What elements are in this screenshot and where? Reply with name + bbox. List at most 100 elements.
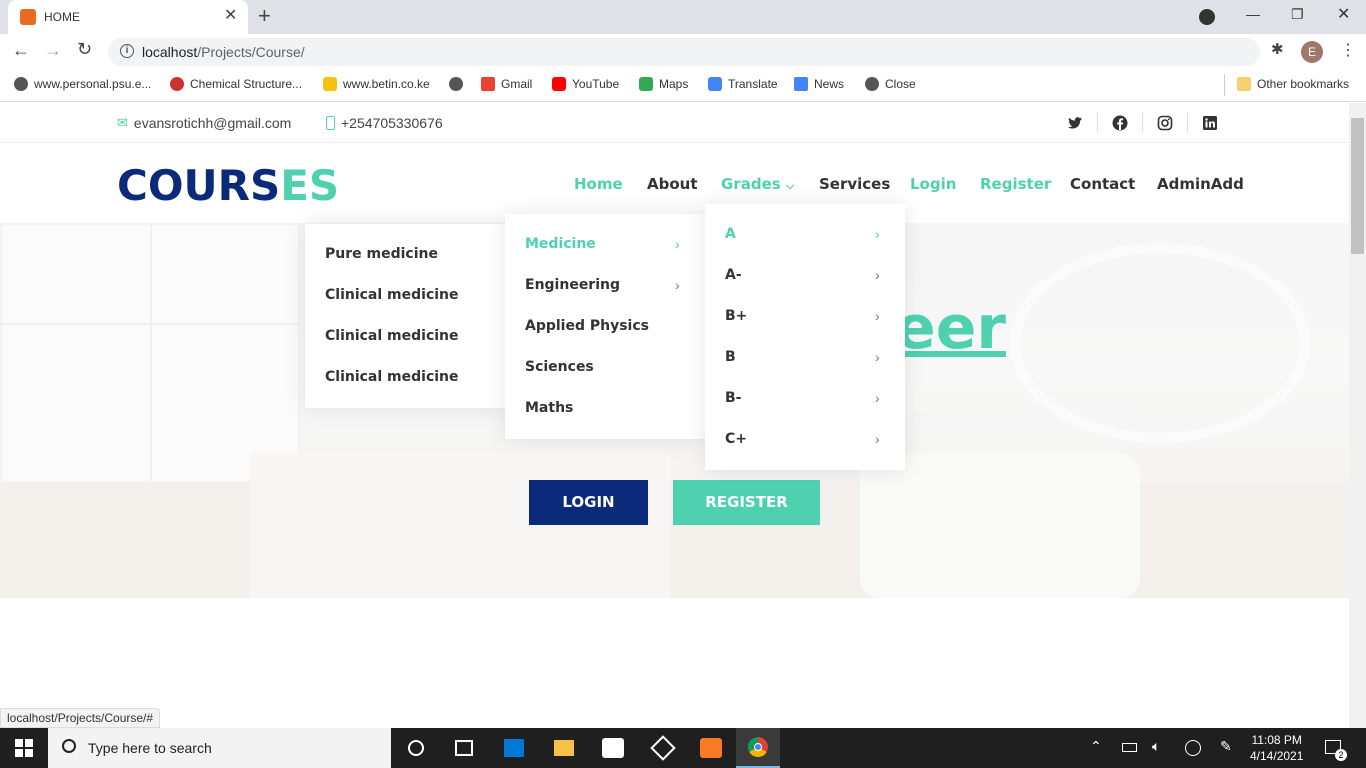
bookmark-label: Gmail [501,77,533,91]
facebook-icon[interactable] [1112,115,1128,131]
nav-grades[interactable]: Grades ⌵ [721,175,794,193]
browser-tab[interactable]: HOME ✕ [8,0,248,34]
chevron-right-icon: › [675,277,680,293]
nav-adminadd[interactable]: AdminAdd [1157,175,1244,193]
bookmark-gmail[interactable]: Gmail [481,77,532,91]
status-bar-url: localhost/Projects/Course/# [0,708,161,728]
menu-item-applied-physics[interactable]: Applied Physics [525,318,649,334]
show-hidden-icons-icon[interactable]: ⌃ [1090,738,1102,755]
new-tab-icon[interactable]: + [258,5,271,27]
menu-item-grade-b[interactable]: B [725,349,736,365]
folder-icon [1237,77,1251,91]
submenu-grade-a: Medicine › Engineering › Applied Physics… [505,214,705,439]
visual-studio-code-icon[interactable] [602,738,624,758]
network-globe-icon[interactable] [1185,740,1201,756]
instagram-icon[interactable] [1157,115,1173,131]
menu-item-clinical-medicine[interactable]: Clinical medicine [325,287,459,303]
menu-item-grade-b-minus[interactable]: B- [725,390,741,406]
site-logo[interactable]: COURSES [117,161,339,210]
menu-item-grade-a[interactable]: A [725,226,736,242]
file-explorer-icon[interactable] [554,740,574,756]
phone-icon [326,116,335,130]
maps-icon [639,77,653,91]
twitter-icon[interactable] [1067,115,1083,131]
nav-grades-label: Grades [721,175,781,193]
window-close-icon[interactable]: ✕ [1337,4,1350,24]
menu-item-pure-medicine[interactable]: Pure medicine [325,246,438,262]
linkedin-icon[interactable] [1202,115,1218,131]
reload-icon[interactable]: ↻ [77,39,92,60]
globe-icon [14,77,28,91]
taskbar-search-box[interactable]: Type here to search [48,728,391,768]
bookmark-news[interactable]: News [794,77,844,91]
volume-icon[interactable]: 🔈︎ [1152,738,1160,755]
store-icon[interactable] [504,739,524,757]
nav-register[interactable]: Register [980,175,1051,193]
menu-item-clinical-medicine[interactable]: Clinical medicine [325,328,459,344]
chemical-icon [170,77,184,91]
bookmark-chemical[interactable]: Chemical Structure... [170,77,302,91]
nav-contact[interactable]: Contact [1070,175,1135,193]
bookmark-maps[interactable]: Maps [639,77,688,91]
task-view-icon[interactable] [455,740,473,756]
email-contact[interactable]: ✉ evansrotichh@gmail.com [117,115,291,131]
bookmark-psu[interactable]: www.personal.psu.e... [14,77,151,91]
globe-icon [865,77,879,91]
menu-item-engineering[interactable]: Engineering [525,277,620,293]
menu-item-grade-c-plus[interactable]: C+ [725,431,747,447]
menu-icon[interactable]: ⋮ [1340,40,1356,60]
translate-icon [708,77,722,91]
nav-home[interactable]: Home [574,175,623,193]
bookmark-label: Chemical Structure... [190,77,303,91]
menu-item-sciences[interactable]: Sciences [525,359,594,375]
nav-login[interactable]: Login [910,175,956,193]
extensions-icon[interactable]: ✱ [1271,40,1284,58]
chrome-icon-center [754,743,762,751]
phone-contact[interactable]: +254705330676 [326,115,443,131]
bookmark-youtube[interactable]: YouTube [552,77,619,91]
xampp-icon[interactable] [700,738,722,758]
menu-item-medicine[interactable]: Medicine [525,236,596,252]
menu-item-clinical-medicine[interactable]: Clinical medicine [325,369,459,385]
bookmark-label: Maps [659,77,689,91]
menu-item-grade-b-plus[interactable]: B+ [725,308,747,324]
chrome-taskbar-button[interactable] [736,728,780,768]
youtube-icon [552,77,566,91]
cortana-icon[interactable] [408,740,424,756]
gmail-icon [481,77,495,91]
restore-icon[interactable]: ❐ [1291,6,1304,23]
bookmark-translate[interactable]: Translate [708,77,778,91]
address-bar[interactable]: i localhost/Projects/Course/ [108,38,1260,66]
tab-search-icon[interactable] [1199,9,1215,25]
register-button[interactable]: REGISTER [673,480,820,525]
social-divider [1142,113,1143,133]
email-text: evansrotichh@gmail.com [133,115,292,131]
taskbar-clock[interactable]: 11:08 PM 4/14/2021 [1250,732,1303,764]
profile-avatar[interactable]: E [1301,41,1323,63]
nav-services[interactable]: Services [819,175,890,193]
forward-icon[interactable]: → [44,40,62,61]
windows-start-icon[interactable] [15,739,33,757]
bookmark-betin[interactable]: www.betin.co.ke [323,77,430,91]
url-text: localhost/Projects/Course/ [142,44,305,60]
minimize-icon[interactable]: — [1246,6,1260,22]
close-tab-icon[interactable]: ✕ [224,8,237,24]
chevron-right-icon: › [875,431,880,447]
bookmark-close[interactable]: Close [865,77,916,91]
battery-icon[interactable] [1122,743,1137,752]
bookmark-label: Other bookmarks [1257,77,1350,91]
menu-item-grade-a-minus[interactable]: A- [725,267,742,283]
other-bookmarks[interactable]: Other bookmarks [1237,77,1349,91]
menu-item-maths[interactable]: Maths [525,400,573,416]
pen-icon[interactable]: ✎ [1220,738,1232,755]
chevron-right-icon: › [875,308,880,324]
nav-about[interactable]: About [647,175,698,193]
login-button[interactable]: LOGIN [529,480,648,525]
back-icon[interactable]: ← [12,40,30,61]
bookmark-globe[interactable] [449,77,463,91]
betin-icon [323,77,337,91]
scrollbar-thumb[interactable] [1351,118,1364,254]
bookmark-label: Close [885,77,916,91]
clock-date: 4/14/2021 [1250,749,1304,763]
site-info-icon[interactable]: i [120,44,134,58]
